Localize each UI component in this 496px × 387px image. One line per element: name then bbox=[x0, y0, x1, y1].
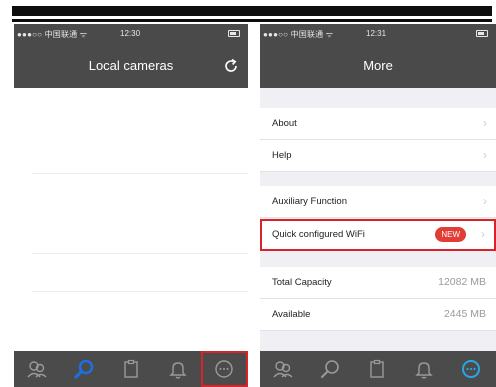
top-decoration-line bbox=[12, 19, 492, 22]
clipboard-icon bbox=[370, 359, 384, 378]
total-capacity-row: Total Capacity 12082 MB bbox=[260, 267, 496, 299]
page-title: Local cameras bbox=[88, 58, 174, 73]
chevron-right-icon: › bbox=[483, 148, 487, 162]
tab-clipboard[interactable] bbox=[354, 351, 401, 387]
tab-clipboard[interactable] bbox=[108, 351, 155, 387]
more-screen: ●●●○○ 中国联通 ᯤ 12:31 More About › Help › A… bbox=[260, 24, 496, 387]
status-time: 12:31 bbox=[366, 29, 387, 38]
tab-more[interactable] bbox=[448, 351, 495, 387]
about-row[interactable]: About › bbox=[260, 108, 496, 140]
auxiliary-function-row[interactable]: Auxiliary Function › bbox=[260, 186, 496, 218]
page-title: More bbox=[363, 58, 393, 73]
carrier-signal: ●●●○○ 中国联通 ᯤ bbox=[263, 30, 334, 39]
list-separator bbox=[32, 253, 248, 254]
total-capacity-value: 12082 MB bbox=[438, 276, 486, 288]
available-row: Available 2445 MB bbox=[260, 299, 496, 331]
tab-alerts[interactable] bbox=[401, 351, 448, 387]
total-capacity-label: Total Capacity bbox=[272, 277, 332, 288]
nav-bar: Local cameras bbox=[14, 44, 248, 88]
bell-icon bbox=[415, 362, 433, 379]
search-icon bbox=[321, 360, 339, 378]
battery-icon bbox=[476, 30, 488, 37]
battery-icon bbox=[228, 30, 240, 37]
auxiliary-function-label: Auxiliary Function bbox=[272, 196, 347, 207]
top-decoration-bar bbox=[12, 6, 492, 16]
status-bar: ●●●○○ 中国联通 ᯤ 12:30 bbox=[14, 24, 248, 44]
list-separator bbox=[32, 173, 248, 174]
tab-bar bbox=[260, 351, 496, 387]
devices-icon bbox=[27, 361, 47, 378]
refresh-icon[interactable] bbox=[222, 57, 240, 75]
tab-devices[interactable] bbox=[14, 351, 61, 387]
carrier-signal: ●●●○○ 中国联通 ᯤ bbox=[17, 30, 88, 39]
list-separator bbox=[32, 291, 248, 292]
help-label: Help bbox=[272, 150, 292, 161]
bell-icon bbox=[169, 362, 187, 379]
chevron-right-icon: › bbox=[483, 116, 487, 130]
available-value: 2445 MB bbox=[443, 308, 486, 320]
help-row[interactable]: Help › bbox=[260, 140, 496, 172]
available-label: Available bbox=[272, 309, 311, 320]
status-bar: ●●●○○ 中国联通 ᯤ 12:31 bbox=[260, 24, 496, 44]
tab-search[interactable] bbox=[61, 351, 108, 387]
about-label: About bbox=[272, 118, 297, 129]
nav-bar: More bbox=[260, 44, 496, 88]
clipboard-icon bbox=[124, 359, 138, 378]
local-cameras-screen: ●●●○○ 中国联通 ᯤ 12:30 Local cameras bbox=[14, 24, 248, 387]
more-icon bbox=[215, 360, 233, 378]
devices-icon bbox=[273, 361, 293, 378]
tab-devices[interactable] bbox=[260, 351, 307, 387]
chevron-right-icon: › bbox=[483, 194, 487, 208]
quick-configured-wifi-row[interactable]: Quick configured WiFi NEW › bbox=[260, 219, 496, 251]
status-time: 12:30 bbox=[120, 29, 141, 38]
tab-search[interactable] bbox=[307, 351, 354, 387]
tab-alerts[interactable] bbox=[155, 351, 202, 387]
new-badge: NEW bbox=[435, 227, 466, 242]
more-icon bbox=[462, 360, 480, 378]
search-icon bbox=[74, 359, 94, 379]
quick-configured-wifi-label: Quick configured WiFi bbox=[272, 229, 365, 240]
tab-more[interactable] bbox=[201, 351, 248, 387]
tab-bar bbox=[14, 351, 248, 387]
chevron-right-icon: › bbox=[481, 227, 485, 241]
